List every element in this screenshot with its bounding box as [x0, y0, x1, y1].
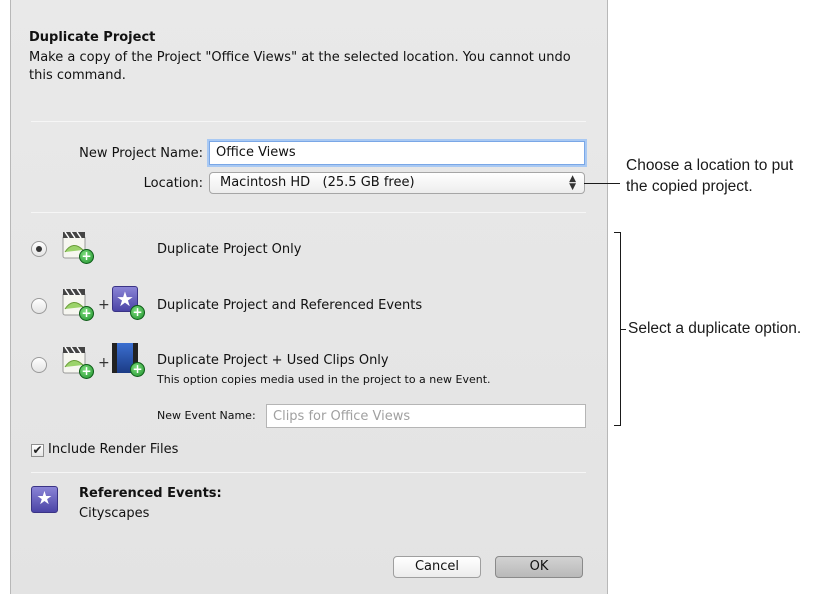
dialog-description: Make a copy of the Project "Office Views… — [29, 50, 571, 83]
project-clip-icon: + — [61, 287, 101, 323]
cancel-button[interactable]: Cancel — [393, 556, 481, 578]
location-value: Macintosh HD (25.5 GB free) — [220, 175, 415, 190]
location-popup[interactable]: Macintosh HD (25.5 GB free) ▲ ▼ — [209, 172, 585, 194]
include-render-checkbox[interactable]: ✔ — [31, 444, 44, 457]
location-callout-line2: the copied project. — [626, 178, 753, 195]
duplicate-project-dialog: Duplicate Project Make a copy of the Pro… — [10, 0, 608, 594]
option-sublabel: This option copies media used in the pro… — [157, 373, 491, 386]
new-event-name-field[interactable]: Clips for Office Views — [266, 404, 586, 428]
option-label[interactable]: Duplicate Project Only — [157, 242, 301, 257]
location-label: Location: — [143, 176, 203, 191]
plus-icon: + — [98, 297, 110, 313]
ok-button[interactable]: OK — [495, 556, 583, 578]
plus-icon: + — [98, 355, 110, 371]
film-clip-icon: + — [112, 343, 146, 379]
referenced-events-value: Cityscapes — [79, 506, 150, 521]
bracket-tick — [620, 329, 626, 330]
radio-duplicate-project-and-events[interactable] — [31, 298, 47, 314]
project-name-label: New Project Name: — [79, 146, 203, 161]
callout-line — [584, 183, 620, 184]
location-callout-line1: Choose a location to put — [626, 157, 794, 174]
separator — [31, 121, 586, 122]
options-callout: Select a duplicate option. — [628, 320, 802, 337]
referenced-events-heading: Referenced Events: — [79, 486, 222, 501]
option-label[interactable]: Duplicate Project + Used Clips Only — [157, 353, 389, 368]
add-badge-icon: + — [79, 249, 94, 264]
project-clip-icon: + — [61, 345, 101, 381]
bracket-bottom — [614, 425, 621, 426]
separator — [31, 472, 586, 473]
location-callout: Choose a location to put the copied proj… — [626, 155, 793, 197]
separator — [31, 212, 586, 213]
add-badge-icon: + — [79, 364, 94, 379]
add-badge-icon: + — [130, 305, 145, 320]
project-name-field[interactable]: Office Views — [209, 141, 585, 165]
option-label[interactable]: Duplicate Project and Referenced Events — [157, 298, 422, 313]
add-badge-icon: + — [130, 362, 145, 377]
radio-used-clips-only[interactable] — [31, 357, 47, 373]
include-render-label[interactable]: Include Render Files — [48, 442, 178, 457]
event-star-icon: ★ + — [112, 286, 146, 322]
radio-dot-icon — [36, 246, 42, 252]
add-badge-icon: + — [79, 306, 94, 321]
new-event-name-label: New Event Name: — [157, 409, 256, 422]
dialog-title: Duplicate Project — [29, 30, 156, 45]
project-clip-icon: + — [61, 230, 101, 266]
popup-arrows-icon: ▲ ▼ — [569, 174, 576, 192]
referenced-events-star-icon: ★ — [31, 486, 58, 513]
radio-duplicate-project-only[interactable] — [31, 241, 47, 257]
